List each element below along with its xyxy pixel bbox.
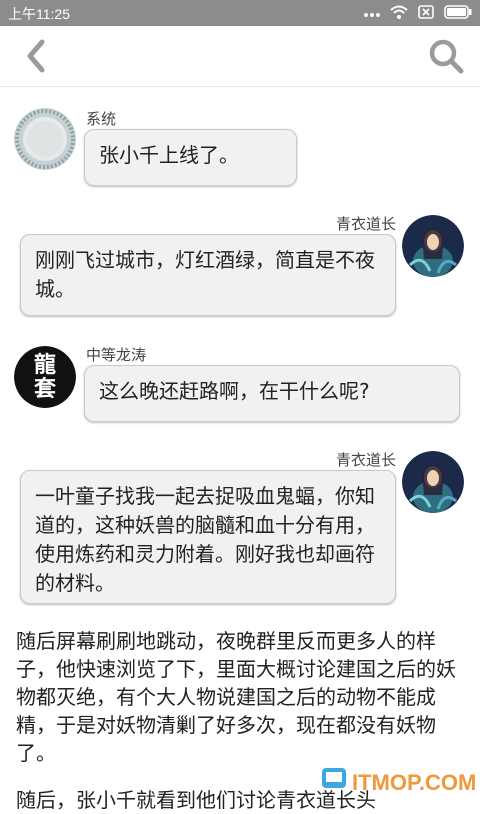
chat-bubble[interactable]: 张小千上线了。: [84, 129, 297, 186]
chat-bubble[interactable]: 一叶童子找我一起去捉吸血鬼蝠，你知道的，这种妖兽的脑髓和血十分有用，使用炼药和灵…: [20, 470, 396, 604]
sim-icon: [418, 4, 434, 22]
search-button[interactable]: [426, 36, 466, 76]
taoist-avatar-icon: [402, 215, 464, 277]
sender-name: 青衣道长: [335, 451, 396, 469]
search-icon: [429, 39, 464, 74]
dragon-avatar-icon: 龍套: [14, 346, 76, 408]
sender-name: 系统: [86, 110, 117, 128]
battery-icon: [444, 4, 472, 22]
avatar-dragon[interactable]: 龍套: [14, 346, 76, 408]
dragon-avatar-glyph: 龍套: [33, 352, 56, 402]
mirror-avatar-icon: [14, 108, 76, 170]
chat-bubble[interactable]: 这么晚还赶路啊，在干什么呢?: [84, 365, 460, 422]
status-bar: 上午11:25: [0, 0, 480, 26]
top-bar: [0, 26, 480, 87]
dots-icon: [364, 5, 380, 21]
back-button[interactable]: [18, 36, 58, 76]
status-icons: [364, 3, 472, 23]
taoist-avatar-icon: [402, 451, 464, 513]
sender-name: 青衣道长: [335, 215, 396, 233]
avatar-system[interactable]: [14, 108, 76, 170]
avatar-taoist[interactable]: [402, 451, 464, 513]
chevron-left-icon: [27, 39, 45, 73]
sender-name: 中等龙涛: [86, 346, 147, 364]
wifi-icon: [390, 5, 408, 22]
chat-bubble[interactable]: 刚刚飞过城市，灯红酒绿，简直是不夜城。: [20, 234, 396, 316]
status-time: 上午11:25: [8, 6, 70, 22]
watermark-logo: ITMOP.COM: [320, 760, 480, 800]
watermark-text: ITMOP.COM: [352, 770, 476, 795]
avatar-taoist[interactable]: [402, 215, 464, 277]
story-paragraph: 随后屏幕刷刷地跳动，夜晚群里反而更多人的样子，他快速浏览了下，里面大概讨论建国之…: [16, 629, 456, 765]
